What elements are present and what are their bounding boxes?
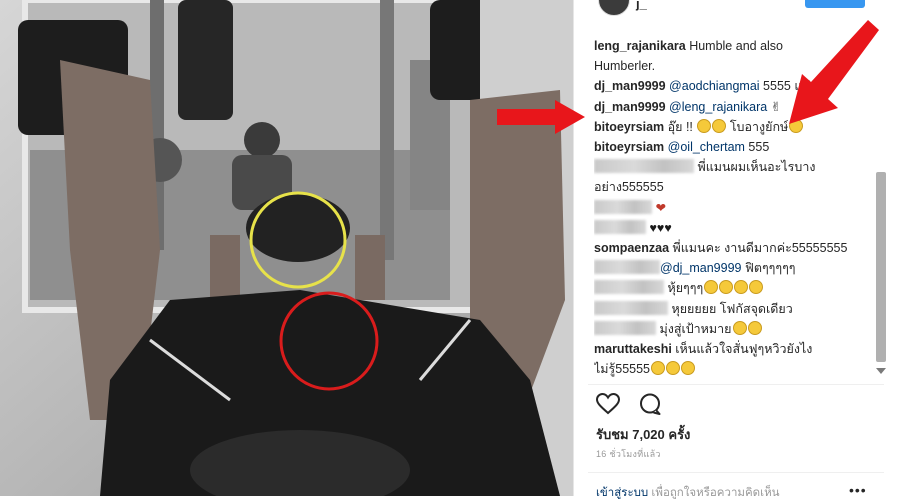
- post-actions: [595, 392, 676, 417]
- emoji-icon: [666, 361, 680, 376]
- comment-item: พี่แมนผมเห็นอะไรบาง: [594, 157, 862, 177]
- post-username[interactable]: j_: [636, 0, 647, 11]
- red-arrow-icon: [497, 100, 585, 134]
- comment-item: ไม่รู้55555: [594, 359, 862, 379]
- blurred-username: [594, 199, 652, 214]
- comment-item: sompaenzaa พี่แมนคะ งานดีมากค่ะ55555555: [594, 238, 862, 258]
- post-timestamp[interactable]: 16 ชั่วโมงที่แล้ว: [596, 447, 661, 461]
- comment-item: หุ้ยๆๆๆ: [594, 278, 862, 298]
- speech-bubble-icon[interactable]: [638, 393, 662, 415]
- emoji-icon: [749, 280, 764, 295]
- comment-text: เห็นแล้วใจสั่นฟูๆหวิวยังไง: [671, 342, 813, 357]
- login-link[interactable]: เข้าสู่ระบบ: [596, 487, 648, 499]
- comment-text: Humberler.: [594, 59, 656, 74]
- comment-text: ❤: [652, 200, 666, 215]
- blurred-username: [594, 280, 664, 295]
- login-prompt: เข้าสู่ระบบ เพื่อถูกใจหรือความคิดเห็น: [596, 484, 780, 502]
- emoji-icon: [747, 320, 762, 335]
- comment-text: มุ่งสู่เป้าหมาย: [656, 321, 732, 336]
- comment-text: โบอางูยักษ์: [726, 119, 789, 134]
- comment-mention[interactable]: @oil_chertam: [664, 140, 745, 154]
- comment-text: ฟิตๆๆๆๆๆ: [741, 261, 796, 276]
- comment-text: ไม่รู้55555: [594, 362, 650, 377]
- red-arrow-icon: [789, 20, 879, 124]
- comment-text: พี่แมนคะ งานดีมากค่ะ55555555: [669, 241, 848, 256]
- comment-text: ♥♥♥: [646, 220, 672, 235]
- blurred-username: [594, 159, 694, 174]
- heart-outline-icon[interactable]: [595, 392, 621, 415]
- blurred-username: [594, 300, 668, 315]
- comment-user[interactable]: maruttakeshi: [594, 342, 672, 356]
- login-prompt-text: เพื่อถูกใจหรือความคิดเห็น: [648, 487, 780, 499]
- comment-user[interactable]: sompaenzaa: [594, 241, 669, 255]
- comment-text: ✌: [767, 99, 782, 114]
- comment-user[interactable]: bitoeyrsiam: [594, 120, 664, 134]
- emoji-icon: [697, 118, 712, 133]
- comment-item: อย่าง555555: [594, 177, 862, 197]
- follow-button[interactable]: [805, 0, 865, 8]
- comment-user[interactable]: dj_man9999: [594, 79, 666, 93]
- post-header: j_: [574, 0, 900, 18]
- comment-mention[interactable]: @aodchiangmai: [666, 79, 760, 93]
- scroll-down-arrow-icon[interactable]: [876, 368, 886, 374]
- divider: [588, 384, 884, 385]
- emoji-icon: [734, 280, 749, 295]
- emoji-icon: [732, 320, 747, 335]
- emoji-icon: [651, 361, 665, 376]
- comment-text: 555: [744, 140, 770, 155]
- comment-item: bitoeyrsiam @oil_chertam 555: [594, 137, 862, 157]
- comment-user[interactable]: leng_rajanikara: [594, 39, 686, 53]
- comment-text: หุยยยยย โฟกัสจุดเดียว: [668, 301, 793, 316]
- emoji-icon: [704, 280, 719, 295]
- divider: [588, 472, 884, 473]
- comment-mention[interactable]: @dj_man9999: [660, 261, 742, 275]
- post-photo: [0, 0, 573, 496]
- comment-text: อย่าง555555: [594, 180, 664, 195]
- comment-item: @dj_man9999 ฟิตๆๆๆๆๆ: [594, 258, 862, 278]
- emoji-icon: [712, 118, 727, 133]
- comment-item: ❤: [594, 198, 862, 218]
- blurred-username: [594, 320, 656, 335]
- comment-user[interactable]: bitoeyrsiam: [594, 140, 664, 154]
- view-count: รับชม 7,020 ครั้ง: [596, 427, 691, 442]
- comment-text: Humble and also: [685, 39, 783, 53]
- scrollbar-thumb[interactable]: [876, 172, 886, 362]
- emoji-icon: [681, 361, 695, 376]
- avatar[interactable]: [598, 0, 630, 16]
- comment-item: ♥♥♥: [594, 218, 862, 238]
- comment-item: หุยยยยย โฟกัสจุดเดียว: [594, 299, 862, 319]
- comment-user[interactable]: dj_man9999: [594, 100, 666, 114]
- blurred-username: [594, 219, 646, 234]
- comment-mention[interactable]: @leng_rajanikara: [666, 100, 767, 114]
- comment-text: อุ๊ย !!: [664, 119, 697, 134]
- gym-photo-illustration: [0, 0, 573, 496]
- comment-item: maruttakeshi เห็นแล้วใจสั่นฟูๆหวิวยังไง: [594, 339, 862, 359]
- comment-text: หุ้ยๆๆๆ: [664, 281, 704, 296]
- comment-text: พี่แมนผมเห็นอะไรบาง: [694, 160, 816, 175]
- emoji-icon: [719, 280, 734, 295]
- blurred-username: [594, 260, 660, 275]
- comment-item: มุ่งสู่เป้าหมาย: [594, 319, 862, 339]
